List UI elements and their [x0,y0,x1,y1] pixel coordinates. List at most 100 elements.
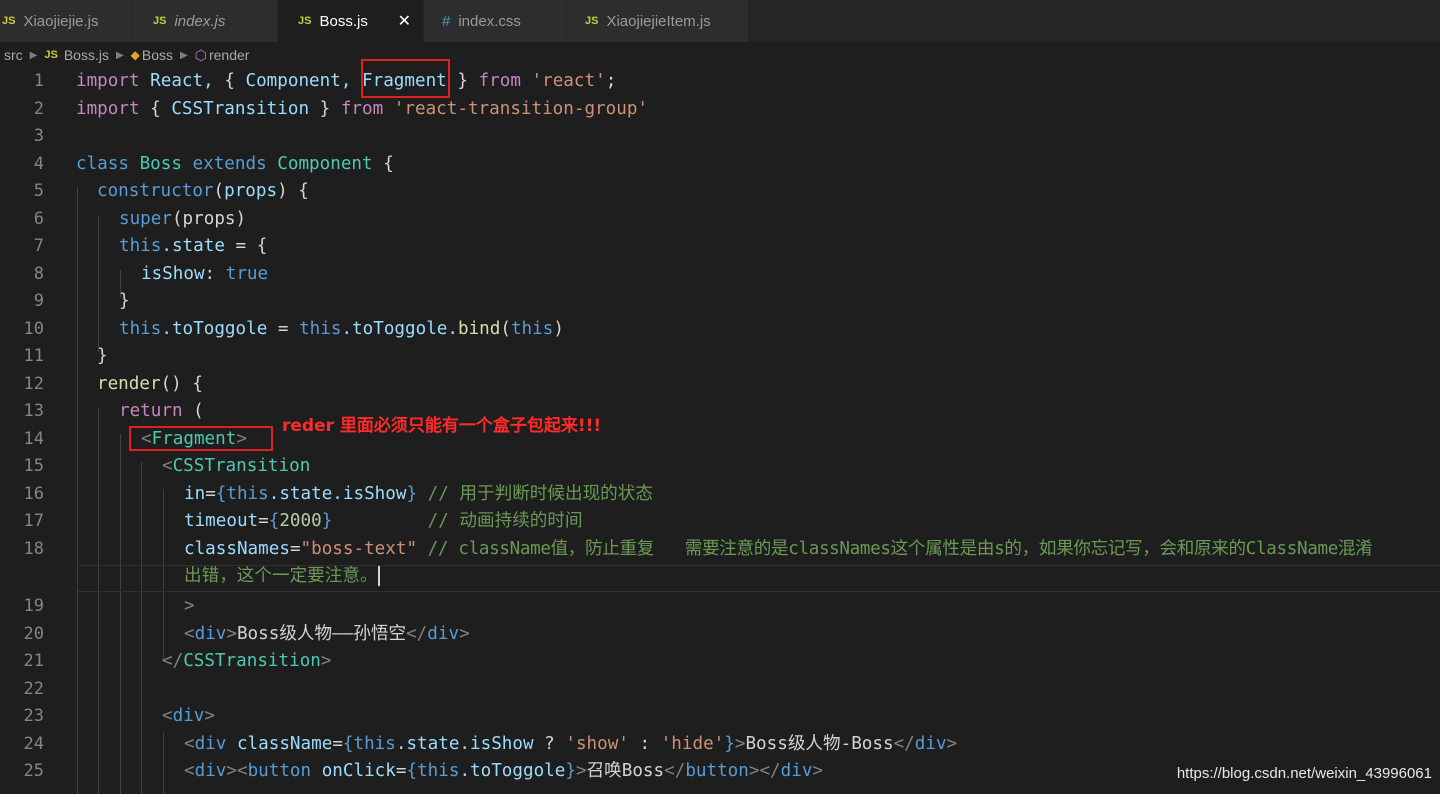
line-number: 15 [23,456,44,476]
code-line: 3 [0,123,1440,150]
code-text: timeout={2000} // 动画持续的时间 [184,511,583,531]
code-line: 13 return ( [0,398,1440,425]
code-text: render() { [97,373,203,394]
code-line: 21 </CSSTransition> [0,648,1440,675]
code-line: 16 in={this.state.isShow} // 用于判断时候出现的状态 [0,481,1440,508]
tab-boss-js[interactable]: JS Boss.js ✕ [278,0,424,42]
code-line: 6 super(props) [0,206,1440,233]
tab-xiaojiejie-js[interactable]: JS Xiaojiejie.js [0,0,133,42]
tab-label: Boss.js [319,12,368,30]
line-number: 21 [23,651,44,671]
js-file-icon: JS [153,15,167,27]
line-number: 7 [33,236,44,256]
line-number: 18 [23,538,44,559]
code-line-wrap: 出错，这个一定要注意。 [0,563,1440,590]
tab-index-js[interactable]: JS index.js [133,0,278,42]
tab-label: index.css [458,12,521,30]
code-line: 5 constructor(props) { [0,178,1440,205]
code-line: 23 <div> [0,703,1440,730]
css-file-icon: # [442,12,451,30]
code-text: super(props) [119,208,247,229]
code-line: 2 import { CSSTransition } from 'react-t… [0,96,1440,123]
breadcrumb-file[interactable]: JS Boss.js [44,47,109,63]
code-line: 7 this.state = { [0,233,1440,260]
code-text: classNames="boss-text" // className值，防止重… [184,538,1373,559]
code-text: in={this.state.isShow} // 用于判断时候出现的状态 [184,483,653,504]
line-number: 9 [33,291,44,311]
code-text: } [97,346,108,366]
code-line: 12 render() { [0,371,1440,398]
line-number: 6 [33,208,44,229]
tab-label: index.js [174,12,226,30]
line-number: 16 [23,483,44,504]
code-text: import { CSSTransition } from 'react-tra… [76,98,649,119]
code-line: 4 class Boss extends Component { [0,151,1440,178]
line-number: 24 [23,733,44,754]
annotation-note: reder 里面必须只能有一个盒子包起来!!! [282,416,602,436]
tab-xiaojiejieitem-js[interactable]: JS XiaojiejieItem.js [567,0,749,42]
code-text: class Boss extends Component { [76,153,394,174]
code-text: import React, { Component, Fragment } fr… [76,71,617,91]
code-text: isShow: true [141,263,269,284]
code-text: } [119,291,130,311]
code-text: this.toToggole = this.toToggole.bind(thi… [119,318,564,339]
line-number: 14 [23,428,44,449]
breadcrumb-file-label: Boss.js [63,47,109,63]
code-line: 8 isShow: true [0,261,1440,288]
tab-label: Xiaojiejie.js [23,12,99,30]
breadcrumb: src ▶ JS Boss.js ▶ ◆ Boss ▶ ⬡ render [0,42,1440,68]
code-line: 18 classNames="boss-text" // className值，… [0,536,1440,563]
class-symbol-icon: ◆ [130,48,140,62]
js-file-icon: JS [585,15,599,27]
line-number: 23 [23,706,44,726]
line-number: 3 [33,126,44,146]
close-icon[interactable]: ✕ [398,11,411,31]
breadcrumb-folder[interactable]: src [4,47,23,63]
chevron-right-icon: ▶ [180,49,188,61]
line-number: 5 [33,181,44,201]
line-number: 20 [23,623,44,644]
tab-label: XiaojiejieItem.js [606,12,711,30]
code-line: 22 [0,676,1440,703]
code-text: <div> [162,706,215,726]
line-number: 1 [33,71,44,91]
line-number: 25 [23,761,44,781]
editor-tab-bar: JS Xiaojiejie.js JS index.js JS Boss.js … [0,0,1440,42]
js-file-icon: JS [2,15,16,27]
breadcrumb-method[interactable]: ⬡ render [195,47,250,64]
breadcrumb-method-label: render [208,47,250,63]
breadcrumb-class-label: Boss [141,47,174,63]
line-number: 17 [23,511,44,531]
code-line: 15 <CSSTransition [0,453,1440,480]
tab-index-css[interactable]: # index.css [424,0,567,42]
code-line: 11 } [0,343,1440,370]
code-text: <div>Boss级人物——孙悟空</div> [184,623,470,644]
chevron-right-icon: ▶ [115,49,124,61]
code-text: constructor(props) { [97,181,309,201]
code-text: </CSSTransition> [162,651,332,671]
code-line: 10 this.toToggole = this.toToggole.bind(… [0,316,1440,343]
code-line: 9 } [0,288,1440,315]
watermark: https://blog.csdn.net/weixin_43996061 [1176,765,1432,782]
code-line: 24 <div className={this.state.isShow ? '… [0,731,1440,758]
line-number: 12 [23,373,44,394]
code-line: 19 > [0,593,1440,620]
text-cursor [377,566,380,586]
code-text: > [184,596,195,616]
code-line: 17 timeout={2000} // 动画持续的时间 [0,508,1440,535]
line-number: 10 [23,318,44,339]
method-symbol-icon: ⬡ [194,46,207,63]
code-text: 出错，这个一定要注意。 [184,566,380,586]
js-file-icon: JS [44,49,58,61]
code-line: 1 import React, { Component, Fragment } … [0,68,1440,95]
chevron-right-icon: ▶ [29,49,38,61]
line-number: 22 [23,678,44,699]
code-text: <CSSTransition [162,456,311,476]
line-number: 13 [23,401,44,421]
code-text: <div className={this.state.isShow ? 'sho… [184,733,958,754]
code-text: return ( [119,401,204,421]
breadcrumb-class[interactable]: ◆ Boss [131,47,173,63]
code-line: 20 <div>Boss级人物——孙悟空</div> [0,621,1440,648]
line-number: 2 [33,98,44,119]
line-number: 8 [33,263,44,284]
